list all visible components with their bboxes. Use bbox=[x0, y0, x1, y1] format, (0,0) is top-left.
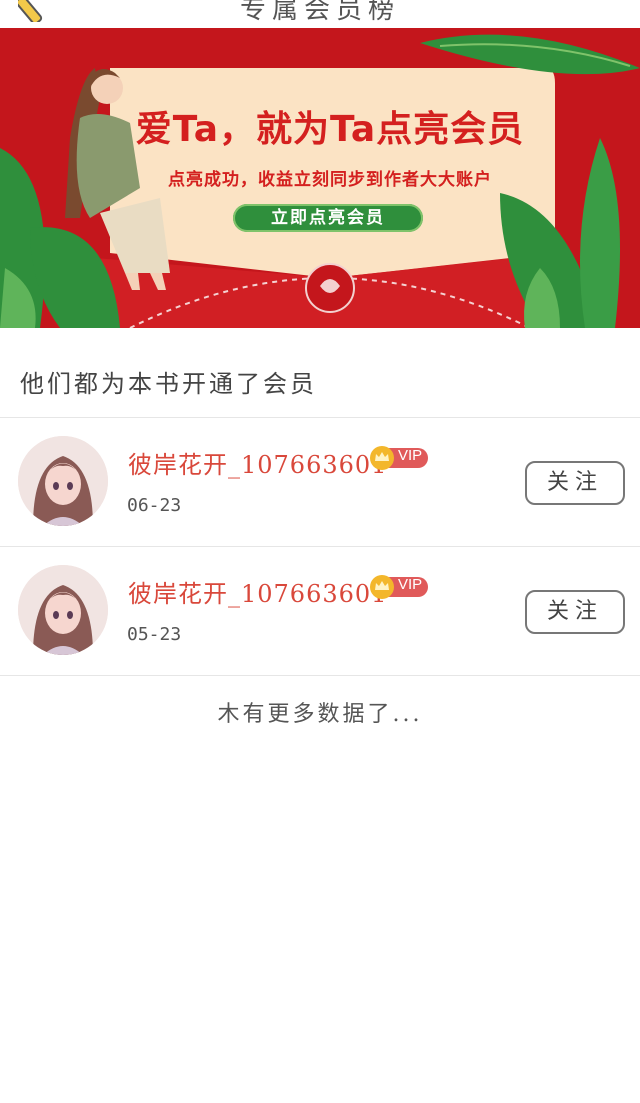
member-date: 06-23 bbox=[127, 495, 182, 516]
top-bar: 专属会员榜 bbox=[0, 0, 640, 28]
vip-badge: VIP bbox=[370, 446, 428, 470]
follow-button[interactable]: 关注 bbox=[525, 461, 625, 505]
member-row[interactable]: 彼岸花开_107663601 VIP 06-23 关注 bbox=[0, 419, 640, 547]
section-header: 他们都为本书开通了会员 bbox=[0, 328, 640, 418]
avatar[interactable] bbox=[18, 565, 108, 655]
page-title: 专属会员榜 bbox=[239, 0, 400, 25]
promo-banner[interactable]: 爱Ta，就为Ta点亮会员 点亮成功，收益立刻同步到作者大大账户 立即点亮会员 bbox=[0, 28, 640, 328]
member-username[interactable]: 彼岸花开_107663601 bbox=[128, 574, 387, 609]
vip-badge: VIP bbox=[370, 575, 428, 599]
vip-badge-label: VIP bbox=[398, 576, 423, 593]
member-date: 05-23 bbox=[127, 624, 182, 645]
no-more-data-text: 木有更多数据了... bbox=[217, 702, 423, 727]
section-title: 他们都为本书开通了会员 bbox=[20, 370, 317, 398]
member-row[interactable]: 彼岸花开_107663601 VIP 05-23 关注 bbox=[0, 548, 640, 676]
light-up-member-button[interactable]: 立即点亮会员 bbox=[233, 204, 423, 232]
member-username[interactable]: 彼岸花开_107663601 bbox=[128, 445, 387, 480]
vip-badge-label: VIP bbox=[398, 447, 423, 464]
follow-button[interactable]: 关注 bbox=[525, 590, 625, 634]
avatar[interactable] bbox=[18, 436, 108, 526]
banner-subtext: 点亮成功，收益立刻同步到作者大大账户 bbox=[168, 170, 492, 190]
banner-headline: 爱Ta，就为Ta点亮会员 bbox=[135, 109, 525, 150]
